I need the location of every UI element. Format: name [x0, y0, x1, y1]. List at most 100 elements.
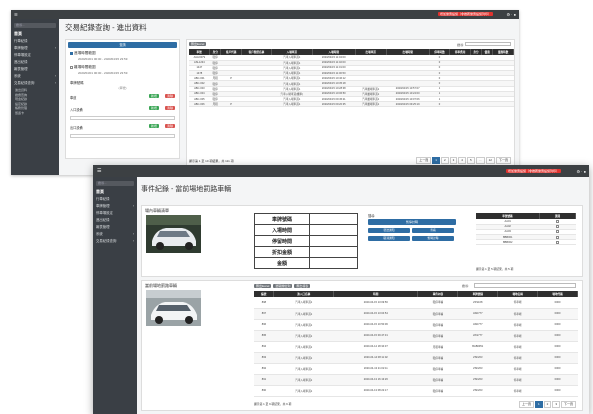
- sidebar-item[interactable]: 車牌管理 ‹: [93, 203, 137, 210]
- table-cell: 汽車入場車道1: [273, 352, 334, 364]
- sidebar-item[interactable]: 停車場設定: [11, 52, 59, 59]
- row-checkbox[interactable]: [555, 225, 559, 229]
- sidebar-item-label: 停車場設定: [96, 211, 113, 215]
- plate-input[interactable]: (車號): [70, 86, 175, 90]
- action-button[interactable]: 暫時計時: [412, 236, 454, 241]
- page-button[interactable]: 5: [466, 157, 475, 164]
- table-search-input[interactable]: [465, 42, 511, 46]
- table-cell: ABC-006: [189, 101, 210, 108]
- page-button[interactable]: 12: [485, 157, 495, 164]
- page-button[interactable]: 3: [449, 157, 458, 164]
- exit-add-button[interactable]: 新增: [148, 124, 159, 128]
- sidebar-home[interactable]: 首頁: [93, 188, 137, 196]
- table-cell: BAB0951: [457, 341, 498, 353]
- page-button[interactable]: 1: [534, 401, 543, 408]
- sidebar-home[interactable]: 首頁: [11, 30, 59, 38]
- table-row[interactable]: 894 汽車入場車道1 2020-04-14 18:34:37 月租車輛 BAB0951…: [254, 341, 578, 353]
- page-title: 事件紀錄 - 當前場地罰路車輛: [141, 186, 232, 193]
- table-cell: 2020-04-13 16:13:26: [333, 374, 418, 386]
- export-excel-button[interactable]: 匯出Excel: [189, 42, 207, 46]
- sidebar-search-input[interactable]: 搜尋...: [96, 181, 134, 186]
- table-row[interactable]: 896 汽車入場車道1 2020-04-15 10:50:06 臨停車輛 ASD777 停…: [254, 319, 578, 331]
- table-cell: 0000: [537, 374, 578, 386]
- table-cell: 896: [254, 319, 274, 331]
- table-row[interactable]: BBB002: [476, 239, 576, 246]
- table-cell: ZFS168: [457, 297, 498, 309]
- page-button[interactable]: 下一頁: [560, 401, 576, 408]
- table-row[interactable]: 898 汽車入場車道1 2020-04-15 13:09:56 臨停車輛 ZFS168 停…: [254, 297, 578, 309]
- chevron-left-icon: ‹: [54, 74, 56, 78]
- sidebar-item[interactable]: 車牌管理 ‹: [11, 45, 59, 52]
- table-cell: 停車場: [497, 385, 538, 397]
- sidebar-search-input[interactable]: 搜尋...: [14, 23, 56, 28]
- table-row[interactable]: 891 汽車入場車道1 2020-04-13 16:13:26 臨停車輛 ZSF263 停…: [254, 374, 578, 386]
- page-button[interactable]: 上一頁: [416, 157, 432, 164]
- page-button[interactable]: 上一頁: [518, 401, 534, 408]
- page-button[interactable]: 4: [458, 157, 466, 164]
- sidebar-item[interactable]: 報表管理: [11, 66, 59, 73]
- info-row: 入場時間: [254, 224, 358, 236]
- page-button[interactable]: …: [475, 157, 485, 164]
- plate-select-table: 車號號碼 選擇 AA01 AA02 AA03 BBB001 BBB002: [476, 213, 577, 246]
- row-checkbox[interactable]: [555, 230, 559, 234]
- page-button[interactable]: 2: [440, 157, 449, 164]
- table-cell: 月租車輛: [417, 341, 458, 353]
- toolbar-button[interactable]: 選取欄位列: [273, 284, 293, 288]
- table-cell: ASD777: [457, 308, 498, 320]
- action-button[interactable]: 查看: [412, 228, 454, 233]
- user-settings-icon[interactable]: ⚙ · ●: [506, 12, 516, 17]
- sidebar-item[interactable]: 進出紀錄: [11, 59, 59, 66]
- exit-device-label: 出口設備: [70, 126, 83, 130]
- notice-badge[interactable]: 增加優惠設施（非推薦優惠設施列印）: [505, 169, 561, 173]
- toolbar-button[interactable]: 匯出報表: [294, 284, 311, 288]
- sidebar-item[interactable]: 行車紀錄: [93, 196, 137, 203]
- sidebar-item[interactable]: 進出紀錄: [93, 217, 137, 224]
- sidebar-item[interactable]: 報表管理: [93, 224, 137, 231]
- sidebar-subitem[interactable]: 悠遊卡: [11, 111, 59, 116]
- table-cell: 臨停車輛: [417, 352, 458, 364]
- row-checkbox[interactable]: [555, 235, 559, 239]
- entry-add-button[interactable]: 新增: [148, 106, 159, 110]
- exit-clear-button[interactable]: 清除: [164, 124, 175, 128]
- table-row[interactable]: 897 汽車入場車道1 2020-04-15 13:04:54 臨停車輛 ASD777 停…: [254, 308, 578, 320]
- page-button[interactable]: 1: [432, 157, 440, 164]
- table-row[interactable]: 895 汽車入場車道1 2020-04-15 09:47:31 臨停車輛 ZAS777 停…: [254, 330, 578, 342]
- enter-range-field[interactable]: 2020/04/01 00:00 - 2020/04/15 23:59: [78, 57, 175, 61]
- row-checkbox[interactable]: [555, 240, 559, 244]
- sidebar-item[interactable]: 行車紀錄: [11, 38, 59, 45]
- table-row[interactable]: 890 汽車入場車道1 2020-04-13 08:22:17 臨停車輛 ZSF263 停…: [254, 385, 578, 397]
- menu-toggle-icon[interactable]: ☰: [97, 168, 101, 174]
- leave-range-field[interactable]: 2020/04/01 00:00 - 2020/04/15 23:59: [78, 71, 175, 75]
- sidebar-item[interactable]: 停車場設定: [93, 210, 137, 217]
- lane-clear-button[interactable]: 清除: [164, 94, 175, 98]
- sidebar-item[interactable]: 交易紀錄查詢 ‹: [11, 80, 59, 87]
- menu-toggle-icon[interactable]: ☰: [14, 12, 18, 17]
- page-button[interactable]: 3: [552, 401, 560, 408]
- exit-device-input[interactable]: [70, 134, 175, 138]
- table-row[interactable]: 892 汽車入場車道1 2020-04-13 21:02:11 臨停車輛 ZSF263 停…: [254, 363, 578, 375]
- table-cell: 0000: [537, 297, 578, 309]
- lane-label: 車道: [70, 96, 77, 100]
- info-label: 停留時間: [254, 235, 310, 247]
- row-checkbox[interactable]: [555, 219, 559, 223]
- user-settings-icon[interactable]: ⚙ · ●: [576, 169, 586, 174]
- sidebar-item[interactable]: 交易紀錄查詢 ‹: [93, 238, 137, 245]
- table-row[interactable]: 893 汽車入場車道1 2020-04-14 08:11:02 臨停車輛 ZSF263 停…: [254, 352, 578, 364]
- page-button[interactable]: 下一頁: [495, 157, 511, 164]
- enter-range-checkbox[interactable]: [70, 51, 73, 55]
- sidebar-item[interactable]: 系統 ‹: [11, 73, 59, 80]
- toolbar-button[interactable]: 匯出Excel: [254, 284, 272, 288]
- lane-add-button[interactable]: 新增: [148, 94, 159, 98]
- violation-search-input[interactable]: [474, 283, 576, 288]
- entry-device-input[interactable]: [70, 116, 175, 120]
- leave-range-checkbox[interactable]: [70, 65, 73, 69]
- entry-clear-button[interactable]: 清除: [164, 106, 175, 110]
- action-button[interactable]: 發送通知: [368, 228, 410, 233]
- sidebar-item[interactable]: 系統 ‹: [93, 231, 137, 238]
- action-button[interactable]: 取消通知: [368, 236, 410, 241]
- notice-badge[interactable]: 增加優惠設施（非推薦優惠設施列印）: [437, 12, 493, 16]
- page-button[interactable]: 2: [543, 401, 552, 408]
- pause-timing-button[interactable]: 暫停計時: [368, 219, 456, 225]
- table-row[interactable]: ABC-006 月租 P 汽車入場車道1 2020/04/15 09:20:35 汽車離場…: [189, 101, 514, 108]
- lane-row: 車道 新增 清除: [70, 92, 175, 104]
